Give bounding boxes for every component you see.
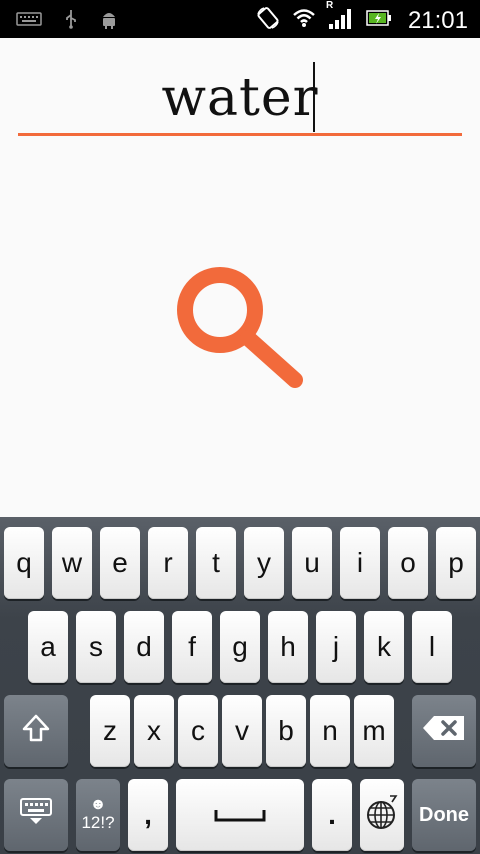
key-label: y [257,547,271,578]
search-icon[interactable] [172,262,312,402]
search-underline [18,133,462,136]
key-t[interactable]: t [196,527,236,599]
key-label: o [400,547,416,578]
emoji-icon: ☻ [89,796,107,813]
key-label: e [112,547,128,578]
keyboard-icon [16,11,42,32]
key-label: n [322,715,338,746]
key-p[interactable]: p [436,527,476,599]
key-label: c [191,715,205,746]
key-label: s [89,631,103,662]
space-key[interactable] [176,779,304,851]
key-h[interactable]: h [268,611,308,683]
battery-charging-icon [366,9,392,32]
period-key[interactable]: . [312,779,352,851]
key-c[interactable]: c [178,695,218,767]
key-label: j [332,631,340,662]
key-y[interactable]: y [244,527,284,599]
key-w[interactable]: w [52,527,92,599]
shift-key[interactable] [4,695,68,767]
roaming-indicator: R [325,0,334,11]
key-v[interactable]: v [222,695,262,767]
key-n[interactable]: n [310,695,350,767]
key-label: . [328,799,336,830]
language-key[interactable] [360,779,404,851]
clock: 21:01 [407,6,468,34]
shift-icon [22,713,50,750]
key-label: g [232,631,248,662]
soft-keyboard: q w e r t y u i o p a s d f g h j k l z … [0,517,480,854]
key-label: w [61,547,83,578]
key-r[interactable]: r [148,527,188,599]
key-label: l [428,631,436,662]
key-b[interactable]: b [266,695,306,767]
key-o[interactable]: o [388,527,428,599]
key-label: , [144,799,152,830]
key-label: x [147,715,161,746]
key-k[interactable]: k [364,611,404,683]
symbols-key-label: 12!? [81,813,115,832]
status-bar: R 21:01 [0,0,480,38]
key-q[interactable]: q [4,527,44,599]
wifi-icon [292,8,316,33]
key-label: t [212,547,220,578]
globe-icon [366,794,398,837]
key-s[interactable]: s [76,611,116,683]
key-e[interactable]: e [100,527,140,599]
key-label: u [304,547,320,578]
symbols-key[interactable]: ☻ 12!? [76,779,120,851]
key-label: b [278,715,294,746]
space-icon [214,799,266,831]
key-m[interactable]: m [354,695,394,767]
comma-key[interactable]: , [128,779,168,851]
key-l[interactable]: l [412,611,452,683]
android-icon [100,9,118,34]
key-label: i [356,547,364,578]
keyboard-hide-icon [19,797,53,834]
signal-roaming-icon: R [326,0,354,35]
key-label: v [235,715,249,746]
key-label: a [40,631,56,662]
rotation-icon [256,6,280,35]
key-f[interactable]: f [172,611,212,683]
key-d[interactable]: d [124,611,164,683]
key-a[interactable]: a [28,611,68,683]
key-label: k [377,631,391,662]
key-label: p [448,547,464,578]
key-label: q [16,547,32,578]
search-input[interactable]: water [18,56,462,136]
backspace-key[interactable] [412,695,476,767]
key-label: d [136,631,152,662]
key-u[interactable]: u [292,527,332,599]
key-label: m [362,715,386,746]
key-x[interactable]: x [134,695,174,767]
key-z[interactable]: z [90,695,130,767]
text-cursor [313,62,315,132]
search-query: water [161,68,319,128]
key-label: f [188,631,196,662]
done-button-label: Done [419,803,469,826]
key-label: h [280,631,296,662]
usb-icon [64,9,78,34]
key-label: z [103,715,117,746]
key-j[interactable]: j [316,611,356,683]
key-label: r [163,547,173,578]
key-i[interactable]: i [340,527,380,599]
key-g[interactable]: g [220,611,260,683]
done-button[interactable]: Done [412,779,476,851]
backspace-icon [422,715,466,748]
keyboard-settings-key[interactable] [4,779,68,851]
